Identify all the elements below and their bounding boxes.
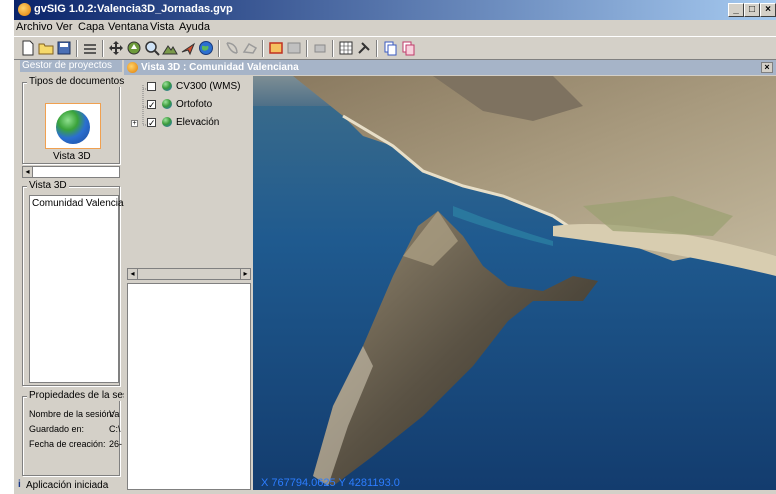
grid-icon[interactable] xyxy=(338,40,354,56)
toolbar-separator xyxy=(376,40,378,57)
menu-capa[interactable]: Capa xyxy=(78,21,104,33)
terrain-rendering xyxy=(253,76,776,490)
layer-properties-icon[interactable] xyxy=(82,40,98,56)
project-manager-title: Gestor de proyectos xyxy=(20,60,122,72)
add-layer-icon[interactable] xyxy=(268,40,284,56)
title-bar: gvSIG 1.0.2:Valencia3D_Jornadas.gvp _ □ … xyxy=(14,0,776,20)
close-button[interactable]: × xyxy=(760,3,776,17)
menu-ayuda[interactable]: Ayuda xyxy=(179,21,210,33)
saved-in-value: C:\ xyxy=(109,424,121,434)
tools-icon[interactable] xyxy=(356,40,372,56)
layer-name-ortofoto[interactable]: Ortofoto xyxy=(176,99,212,110)
toolbar xyxy=(14,36,776,60)
menu-archivo[interactable]: Archivo xyxy=(16,21,53,33)
save-icon[interactable] xyxy=(56,40,72,56)
document-types-label: Tipos de documentos xyxy=(27,76,127,87)
menu-ver[interactable]: Ver xyxy=(56,21,73,33)
wms-layer-icon xyxy=(162,81,172,91)
close-view-button[interactable]: × xyxy=(761,62,773,73)
views-group: Vista 3D Comunidad Valenciana xyxy=(22,180,135,386)
session-properties-group: Propiedades de la sesión Nombre de la se… xyxy=(22,390,144,476)
layer-name-elevacion[interactable]: Elevación xyxy=(176,117,219,128)
toolbar-separator xyxy=(332,40,334,57)
map-3d-canvas[interactable]: X 767794.0625 Y 4281193.0 xyxy=(253,76,776,490)
info-icon: i xyxy=(18,479,21,490)
gvsig-logo-icon xyxy=(18,3,31,16)
document-types-group: Tipos de documentos Vista 3D xyxy=(22,76,127,164)
session-name-value: Va xyxy=(109,409,120,419)
view3d-title: Vista 3D : Comunidad Valenciana xyxy=(141,62,299,73)
toc-horizontal-scrollbar[interactable]: ◂ ▸ xyxy=(127,268,251,280)
zoom-icon[interactable] xyxy=(144,40,160,56)
maximize-button[interactable]: □ xyxy=(744,3,760,17)
gvsig-logo-icon xyxy=(127,62,138,73)
table-icon[interactable] xyxy=(286,40,302,56)
view-list-item[interactable]: Comunidad Valenciana xyxy=(32,198,135,209)
globe-icon xyxy=(56,110,90,144)
project-manager-panel: Gestor de proyectos Tipos de documentos … xyxy=(20,60,144,478)
scroll-left-icon[interactable]: ◂ xyxy=(128,269,138,279)
copy-document-icon[interactable] xyxy=(382,40,398,56)
area-icon[interactable] xyxy=(242,40,258,56)
pan-icon[interactable] xyxy=(108,40,124,56)
terrain-icon[interactable] xyxy=(162,40,178,56)
creation-date-value: 26- xyxy=(109,439,123,449)
toolbar-separator xyxy=(306,40,308,57)
layer-name-cv300[interactable]: CV300 (WMS) xyxy=(176,81,240,92)
view3d-window: Vista 3D : Comunidad Valenciana × CV300 … xyxy=(124,60,776,490)
toolbar-separator xyxy=(102,40,104,57)
layer-toc: CV300 (WMS) ✓ Ortofoto + ✓ Elevación ◂ ▸ xyxy=(127,76,251,283)
menu-ventana[interactable]: Ventana xyxy=(108,21,148,33)
print-icon[interactable] xyxy=(312,40,328,56)
status-text: Aplicación iniciada xyxy=(26,480,109,491)
overview-panel xyxy=(127,283,251,490)
status-bar: i Aplicación iniciada xyxy=(14,478,122,494)
window-title: gvSIG 1.0.2:Valencia3D_Jornadas.gvp xyxy=(34,3,233,15)
view3d-title-bar: Vista 3D : Comunidad Valenciana × xyxy=(124,60,776,75)
saved-in-label: Guardado en: xyxy=(29,424,85,434)
paste-document-icon[interactable] xyxy=(400,40,416,56)
flight-icon[interactable] xyxy=(180,40,196,56)
document-types-scrollbar[interactable]: ◂ xyxy=(22,166,120,178)
layer-checkbox-ortofoto[interactable]: ✓ xyxy=(147,100,156,110)
expand-layer-icon[interactable]: + xyxy=(131,120,138,127)
document-type-label: Vista 3D xyxy=(53,151,91,162)
layer-checkbox-cv300[interactable] xyxy=(147,82,156,91)
toolbar-separator xyxy=(262,40,264,57)
creation-date-label: Fecha de creación: xyxy=(29,439,106,449)
measure-icon[interactable] xyxy=(224,40,240,56)
toolbar-separator xyxy=(76,40,78,57)
session-name-label: Nombre de la sesión: xyxy=(29,409,115,419)
scroll-right-icon[interactable]: ▸ xyxy=(240,269,250,279)
scroll-left-icon[interactable]: ◂ xyxy=(23,167,33,177)
gvsig-application-window: gvSIG 1.0.2:Valencia3D_Jornadas.gvp _ □ … xyxy=(14,0,776,494)
menu-bar: Archivo Ver Capa Ventana Vista Ayuda xyxy=(14,20,776,36)
navigate-icon[interactable] xyxy=(126,40,142,56)
open-folder-icon[interactable] xyxy=(38,40,54,56)
minimize-button[interactable]: _ xyxy=(728,3,744,17)
globe-icon[interactable] xyxy=(198,40,214,56)
raster-layer-icon xyxy=(162,99,172,109)
coordinates-readout: X 767794.0625 Y 4281193.0 xyxy=(261,477,400,489)
toolbar-separator xyxy=(218,40,220,57)
views-list[interactable]: Comunidad Valenciana xyxy=(29,195,135,383)
vista3d-document-type[interactable] xyxy=(45,103,101,149)
menu-vista[interactable]: Vista xyxy=(150,21,174,33)
views-group-label: Vista 3D xyxy=(27,180,69,191)
elevation-layer-icon xyxy=(162,117,172,127)
layer-checkbox-elevacion[interactable]: ✓ xyxy=(147,118,156,128)
new-file-icon[interactable] xyxy=(20,40,36,56)
